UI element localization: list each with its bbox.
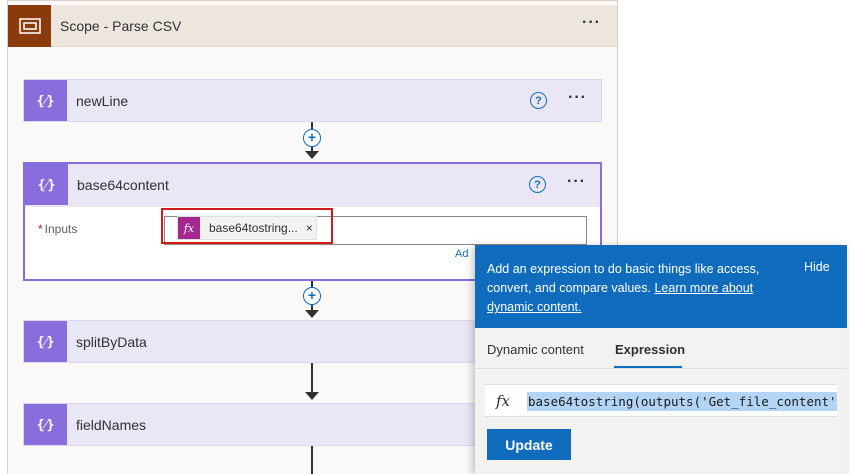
function-icon: fx — [496, 392, 511, 410]
add-step-button[interactable]: + — [303, 287, 321, 305]
add-dynamic-content-link[interactable]: Ad — [455, 248, 468, 260]
connector-line — [311, 446, 313, 474]
arrow-down-icon — [305, 392, 319, 400]
scope-title: Scope - Parse CSV — [60, 18, 182, 34]
inputs-label: * Inputs — [38, 222, 77, 236]
tab-expression[interactable]: Expression — [615, 342, 685, 357]
expression-input[interactable]: base64tostring(outputs('Get_file_content… — [527, 392, 837, 411]
variable-icon: {⁄} — [24, 321, 67, 362]
highlight-box — [161, 208, 333, 244]
tab-dynamic-content[interactable]: Dynamic content — [487, 342, 584, 357]
help-icon[interactable]: ? — [530, 92, 547, 109]
popup-tabs: Dynamic content Expression — [475, 328, 847, 369]
scope-icon — [8, 5, 51, 47]
arrow-down-icon — [305, 310, 319, 318]
update-button[interactable]: Update — [487, 429, 571, 460]
popup-description: Add an expression to do basic things lik… — [487, 260, 787, 317]
scope-frame-icon — [18, 18, 41, 34]
required-marker: * — [38, 222, 43, 236]
variable-icon: {⁄} — [24, 80, 67, 121]
arrow-down-icon — [305, 151, 319, 159]
expression-editor[interactable]: fx base64tostring(outputs('Get_file_cont… — [485, 384, 837, 417]
more-options-button[interactable]: ··· — [568, 89, 587, 107]
action-title: fieldNames — [76, 417, 147, 433]
scope-more-options-button[interactable]: ··· — [582, 14, 601, 32]
scope-header[interactable]: Scope - Parse CSV ··· — [8, 5, 617, 47]
hide-button[interactable]: Hide — [804, 260, 830, 274]
action-card-newline[interactable]: {⁄} newLine ? ··· — [23, 79, 602, 122]
add-step-button[interactable]: + — [303, 129, 321, 147]
inputs-label-text: Inputs — [44, 222, 78, 236]
tabs-divider — [475, 368, 847, 369]
variable-icon: {⁄} — [24, 404, 67, 445]
popup-info-banner: Add an expression to do basic things lik… — [475, 245, 847, 328]
more-options-button[interactable]: ··· — [567, 173, 586, 191]
action-title: splitByData — [76, 334, 147, 350]
action-title: base64content — [77, 177, 169, 193]
variable-icon: {⁄} — [25, 164, 68, 205]
connector-line — [311, 363, 313, 393]
action-title: newLine — [76, 93, 129, 109]
dynamic-content-popup: Add an expression to do basic things lik… — [475, 245, 847, 474]
help-icon[interactable]: ? — [529, 176, 546, 193]
